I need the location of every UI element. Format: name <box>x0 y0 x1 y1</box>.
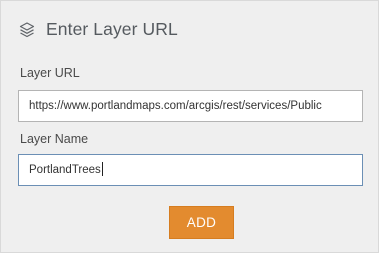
text-cursor <box>101 161 103 176</box>
add-layer-panel: Enter Layer URL Layer URL https://www.po… <box>0 0 379 253</box>
layers-icon <box>18 21 36 39</box>
layer-url-input[interactable]: https://www.portlandmaps.com/arcgis/rest… <box>18 90 363 122</box>
layer-name-value: PortlandTrees <box>29 164 101 176</box>
add-button[interactable]: ADD <box>169 206 234 239</box>
layer-name-input[interactable]: PortlandTrees <box>18 154 363 186</box>
panel-title: Enter Layer URL <box>46 19 178 39</box>
layer-url-label: Layer URL <box>20 66 80 80</box>
layer-name-label: Layer Name <box>20 132 89 146</box>
layer-url-value: https://www.portlandmaps.com/arcgis/rest… <box>29 100 322 112</box>
panel-header: Enter Layer URL <box>18 19 178 40</box>
